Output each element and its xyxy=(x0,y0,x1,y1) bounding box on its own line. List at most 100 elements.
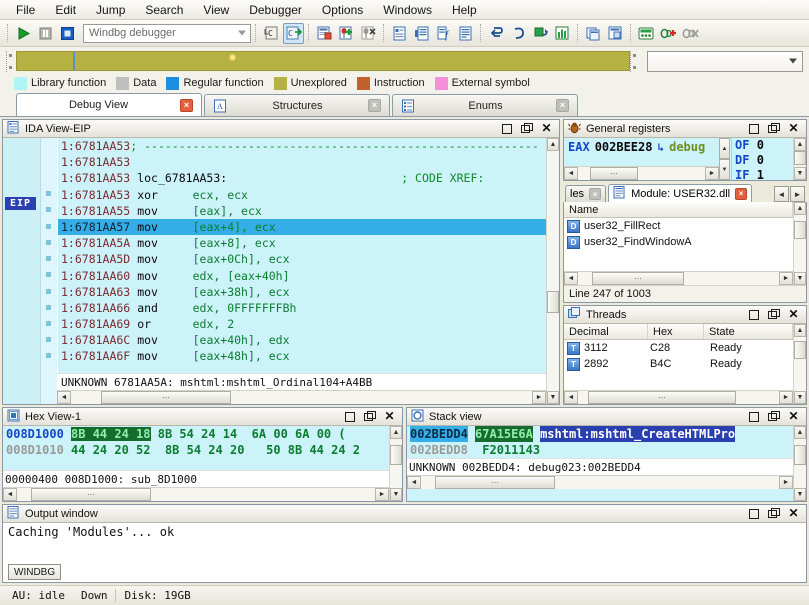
ida-horizontal-scrollbar[interactable]: ◄ ⋯ ► xyxy=(57,390,546,404)
scroll-left-icon[interactable]: ◄ xyxy=(57,391,71,404)
scroll-track[interactable] xyxy=(390,439,402,488)
jump-address-combo[interactable] xyxy=(647,50,803,72)
copy-window-icon[interactable] xyxy=(583,23,604,44)
list-item[interactable]: D user32_FillRect xyxy=(564,218,793,234)
stack-row[interactable]: 002BEDD8 F2011143 xyxy=(407,442,793,458)
scroll-track[interactable]: ⋯ xyxy=(17,488,375,501)
tab-scroll-right-icon[interactable]: ► xyxy=(790,186,805,202)
scroll-thumb[interactable] xyxy=(390,445,402,465)
close-icon[interactable]: ✕ xyxy=(788,308,799,320)
scroll-right-icon[interactable]: ► xyxy=(779,391,793,404)
pause-icon[interactable] xyxy=(35,23,56,44)
scroll-right-icon[interactable]: ► xyxy=(779,476,793,489)
output-log[interactable]: Caching 'Modules'... ok xyxy=(3,523,806,562)
scroll-down-icon[interactable]: ▼ xyxy=(390,488,402,501)
minimize-icon[interactable] xyxy=(748,411,759,422)
scroll-left-icon[interactable]: ◄ xyxy=(564,167,578,180)
step-into-icon[interactable]: C xyxy=(261,23,282,44)
scroll-right-icon[interactable]: ► xyxy=(779,272,793,285)
table-row[interactable]: T 2892 B4C Ready xyxy=(564,356,793,372)
scroll-track[interactable] xyxy=(794,151,806,167)
minimize-icon[interactable] xyxy=(748,123,759,134)
hex-horizontal-scrollbar[interactable]: ◄ ⋯ ► xyxy=(3,487,389,501)
scroll-left-icon[interactable]: ◄ xyxy=(407,476,421,489)
scroll-up-icon[interactable]: ▲ xyxy=(794,324,806,337)
calc-icon[interactable] xyxy=(636,23,657,44)
flag-row[interactable]: IF 1 xyxy=(735,168,793,180)
scroll-track[interactable] xyxy=(547,151,559,391)
scroll-thumb[interactable] xyxy=(794,445,806,465)
close-icon[interactable]: ✕ xyxy=(384,410,395,422)
scroll-left-icon[interactable]: ◄ xyxy=(564,272,578,285)
segments-icon[interactable] xyxy=(455,23,476,44)
column-header-hex[interactable]: Hex xyxy=(648,324,704,339)
list-icon[interactable] xyxy=(389,23,410,44)
stop-icon[interactable] xyxy=(57,23,78,44)
menu-item-debugger[interactable]: Debugger xyxy=(239,1,312,19)
modules-vertical-scrollbar[interactable]: ▲ ▼ xyxy=(793,202,806,285)
scroll-left-icon[interactable]: ◄ xyxy=(564,391,578,404)
spin-down-icon[interactable]: ▼ xyxy=(719,159,730,180)
restore-icon[interactable] xyxy=(768,508,780,519)
scroll-track[interactable]: ⋯ xyxy=(578,272,779,285)
close-icon[interactable]: ✕ xyxy=(788,410,799,422)
menu-item-options[interactable]: Options xyxy=(312,1,373,19)
scroll-thumb[interactable]: ⋯ xyxy=(101,391,231,404)
scroll-track[interactable]: ⋯ xyxy=(578,167,705,180)
tab-module-user32[interactable]: Module: USER32.dll × xyxy=(608,184,753,202)
close-icon[interactable]: × xyxy=(180,98,193,112)
flag-row[interactable]: DF 0 xyxy=(735,153,793,168)
disassembly-listing[interactable]: 1:6781AA53; ----------------------------… xyxy=(57,138,546,373)
scroll-thumb[interactable]: ⋯ xyxy=(592,272,684,285)
hex-row[interactable]: 008D1000 8B 44 24 18 8B 54 24 14 6A 00 6… xyxy=(3,426,389,442)
modules-horizontal-scrollbar[interactable]: ◄ ⋯ ► xyxy=(564,271,793,285)
graph-icon[interactable] xyxy=(530,23,551,44)
new-window-icon[interactable] xyxy=(314,23,335,44)
strings-icon[interactable] xyxy=(411,23,432,44)
disassembly-line[interactable]: 1:6781AA69 or edx, 2 xyxy=(58,316,546,332)
close-icon[interactable]: ✕ xyxy=(788,122,799,134)
close-icon[interactable]: × xyxy=(735,187,748,200)
scroll-up-icon[interactable]: ▲ xyxy=(794,426,806,439)
menu-item-file[interactable]: File xyxy=(6,1,45,19)
disassembly-line[interactable]: 1:6781AA53 xor ecx, ecx xyxy=(58,187,546,203)
run-icon[interactable] xyxy=(13,23,34,44)
functions-icon[interactable]: f xyxy=(433,23,454,44)
scroll-down-icon[interactable]: ▼ xyxy=(794,167,806,180)
add-item-icon[interactable] xyxy=(658,23,679,44)
scroll-down-icon[interactable]: ▼ xyxy=(794,488,806,501)
scroll-up-icon[interactable]: ▲ xyxy=(390,426,402,439)
stack-vertical-scrollbar[interactable]: ▲ ▼ xyxy=(793,426,806,501)
restore-icon[interactable] xyxy=(768,309,780,320)
scroll-right-icon[interactable]: ► xyxy=(532,391,546,404)
ida-vertical-scrollbar[interactable]: ▲ ▼ xyxy=(546,138,559,404)
close-icon[interactable]: ✕ xyxy=(788,507,799,519)
registers-vertical-scrollbar[interactable]: ▲ ▼ xyxy=(793,138,806,180)
disassembly-line-selected[interactable]: 1:6781AA57 mov [eax+4], ecx xyxy=(58,218,546,236)
scroll-right-icon[interactable]: ► xyxy=(375,488,389,501)
table-row[interactable]: T 3112 C28 Ready xyxy=(564,340,793,356)
windbg-input-tab[interactable]: WINDBG xyxy=(8,564,62,580)
minimize-icon[interactable] xyxy=(748,508,759,519)
minimize-icon[interactable] xyxy=(344,411,355,422)
registers-horizontal-scrollbar[interactable]: ◄ ⋯ ► xyxy=(564,166,719,180)
debugger-select[interactable]: Windbg debugger xyxy=(83,23,251,43)
stack-horizontal-scrollbar[interactable]: ◄ ⋯ ► xyxy=(407,475,793,489)
hex-row[interactable]: 008D1010 44 24 20 52 8B 54 24 20 50 8B 4… xyxy=(3,442,389,458)
stack-row-selected[interactable]: 002BEDD4 67A15E6A mshtml:mshtml_CreateHT… xyxy=(407,426,793,442)
disassembly-line[interactable]: 1:6781AA6C mov [eax+40h], edx xyxy=(58,332,546,348)
threads-vertical-scrollbar[interactable]: ▲ ▼ xyxy=(793,324,806,404)
minimize-icon[interactable] xyxy=(501,123,512,134)
hex-dump[interactable]: 008D1000 8B 44 24 18 8B 54 24 14 6A 00 6… xyxy=(3,426,389,470)
jump-icon[interactable] xyxy=(486,23,507,44)
menu-item-windows[interactable]: Windows xyxy=(373,1,442,19)
menu-item-jump[interactable]: Jump xyxy=(86,1,135,19)
scroll-track[interactable] xyxy=(794,337,806,391)
disassembly-line[interactable]: 1:6781AA53 xyxy=(58,154,546,170)
threads-horizontal-scrollbar[interactable]: ◄ ⋯ ► xyxy=(564,390,793,404)
navigation-band[interactable] xyxy=(16,51,630,71)
scroll-thumb[interactable] xyxy=(794,341,806,359)
scroll-track[interactable] xyxy=(794,439,806,488)
menu-item-view[interactable]: View xyxy=(193,1,239,19)
close-icon[interactable]: × xyxy=(556,99,569,112)
